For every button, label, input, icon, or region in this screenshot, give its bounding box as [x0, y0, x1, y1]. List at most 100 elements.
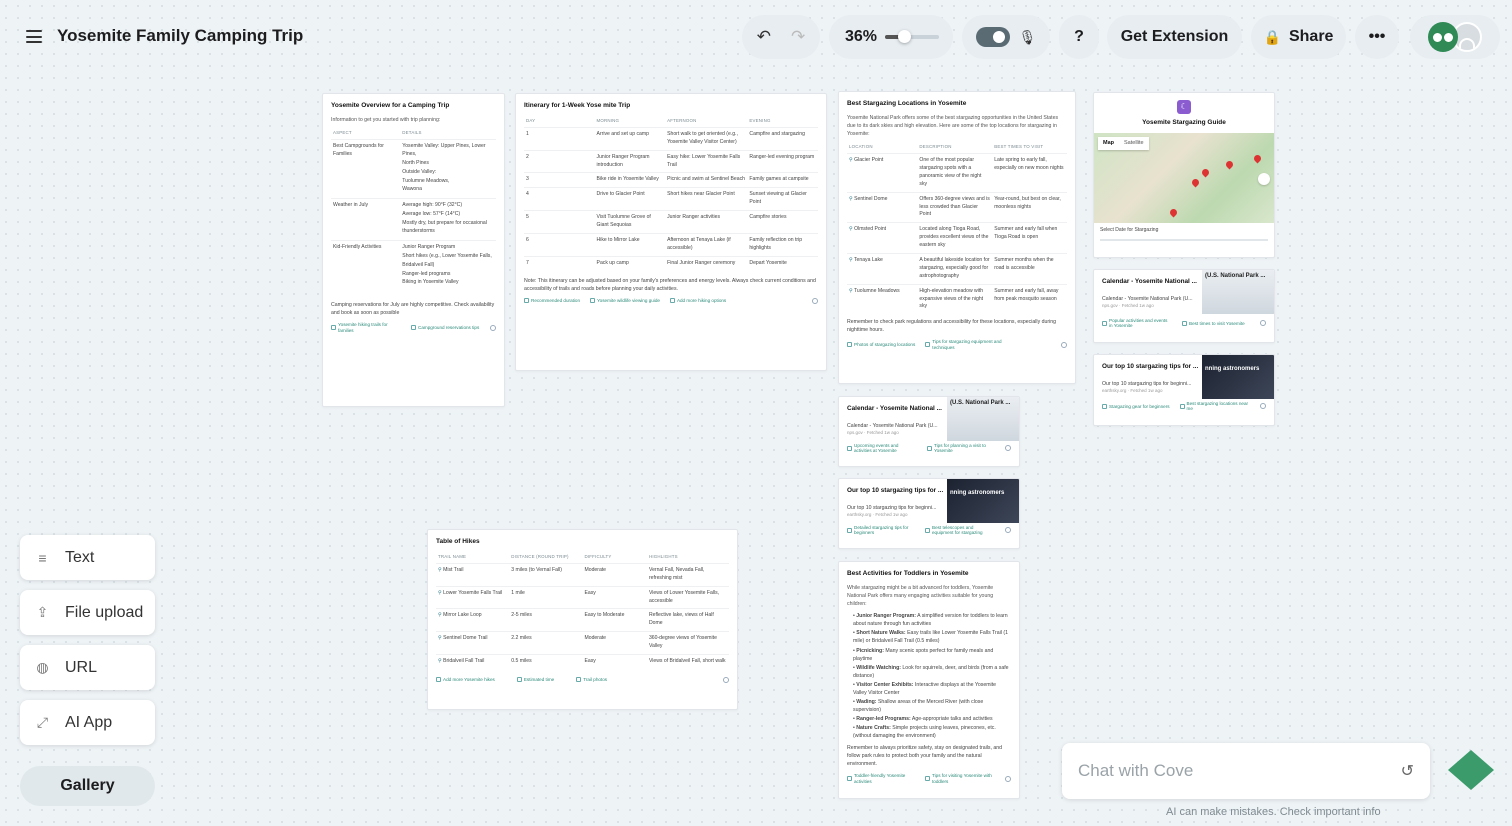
map-marker-icon[interactable] [1190, 177, 1201, 188]
zoom-slider[interactable] [885, 30, 940, 43]
detail-item: Junior Ranger Program [402, 243, 456, 250]
itinerary-table: DAY MORNING AFTERNOON EVENING 1 Arrive an… [524, 116, 818, 271]
table-row: ⚲ Sentinel Dome Offers 360-degree views a… [847, 191, 1067, 223]
link-line[interactable]: Calendar - Yosemite National Park (U... [847, 422, 951, 430]
date-select-label: Select Date for Stargazing [1100, 227, 1159, 234]
tips-link-card-2[interactable]: Our top 10 stargazing tips for ... nning… [838, 478, 1020, 549]
suggestion-chip[interactable]: Campground reservations tips [411, 325, 479, 331]
suggestion-chip[interactable]: Photos of stargazing locations [847, 342, 915, 348]
stargazing-card[interactable]: Best Stargazing Locations in Yosemite Yo… [838, 91, 1076, 384]
suggestion-chip[interactable]: Tips for stargazing equipment and techni… [925, 339, 1015, 350]
table-row: ⚲ Glacier Point One of the most popular s… [847, 153, 1067, 193]
card-title: Calendar - Yosemite National ... [847, 405, 942, 412]
suggestion-chip[interactable]: Add more Yosemite hikes [436, 677, 495, 683]
avatar-group[interactable] [1410, 15, 1500, 59]
suggestion-chip[interactable]: Tips for visiting Yosemite with toddlers [925, 773, 995, 784]
thumbnail: nning astronomers [1202, 355, 1274, 399]
more-options-button[interactable]: ••• [1355, 15, 1399, 59]
fullscreen-icon[interactable] [1258, 173, 1270, 186]
refresh-icon[interactable] [1005, 527, 1011, 534]
card-title: Yosemite Stargazing Guide [1142, 119, 1226, 126]
zoom-control: 36% [829, 15, 953, 59]
calendar-link-card-2[interactable]: Calendar - Yosemite National ... (U.S. N… [838, 396, 1020, 467]
refresh-icon[interactable] [1260, 403, 1266, 410]
refresh-icon[interactable] [490, 324, 496, 331]
itinerary-card[interactable]: Itinerary for 1-Week Yose mite Trip DAY … [515, 93, 827, 371]
page-title: Yosemite Family Camping Trip [57, 26, 304, 45]
suggestion-chip[interactable]: Tips for planning a visit to Yosemite [927, 443, 995, 454]
menu-icon[interactable] [26, 30, 42, 43]
map-marker-icon[interactable] [1200, 167, 1211, 178]
suggestion-chip[interactable]: Upcoming events and activities at Yosemi… [847, 443, 917, 454]
suggestion-chip[interactable]: Toddler-friendly Yosemite activities [847, 773, 915, 784]
table-row: ⚲ Sentinel Dome Trail 2.2 miles Moderate 36… [436, 631, 729, 655]
share-button[interactable]: 🔒 Share [1251, 15, 1346, 59]
card-intro: While stargazing might be a bit advanced… [847, 585, 994, 608]
redo-icon[interactable]: ↷ [791, 27, 805, 47]
suggestion-chip[interactable]: Stargazing gear for beginners [1102, 404, 1170, 410]
link-line[interactable]: Our top 10 stargazing tips for beginni..… [1102, 380, 1206, 388]
microphone-icon[interactable]: 🎙 [1019, 29, 1037, 46]
chat-input[interactable]: Chat with Cove ↺ [1062, 743, 1430, 799]
satellite-tab[interactable]: Satellite [1119, 137, 1149, 150]
link-line[interactable]: Calendar - Yosemite National Park (U... [1102, 295, 1206, 303]
refresh-icon[interactable] [723, 676, 729, 683]
hikes-card[interactable]: Table of Hikes TRAIL NAME DISTANCE (ROUND… [427, 529, 738, 710]
ai-disclaimer: AI can make mistakes. Check important in… [1166, 806, 1381, 818]
card-note: Remember to check park regulations and a… [847, 319, 1057, 334]
avatar[interactable] [1428, 22, 1458, 52]
suggestion-chip[interactable]: Estimated time [516, 677, 554, 683]
question-icon: ? [1074, 28, 1084, 45]
file-upload-button[interactable]: ⇪ File upload [20, 590, 155, 635]
map-marker-icon[interactable] [1252, 153, 1263, 164]
stargazing-guide-card[interactable]: ☾ Yosemite Stargazing Guide Map Satellit… [1093, 92, 1275, 258]
history-icon[interactable]: ↺ [1401, 761, 1414, 781]
mode-toggle[interactable] [975, 27, 1010, 47]
refresh-icon[interactable] [1005, 445, 1011, 452]
map-marker-icon[interactable] [1224, 159, 1235, 170]
url-button[interactable]: ◍ URL [20, 645, 155, 690]
table-row: ⚲ Lower Yosemite Falls Trail 1 mile Easy Vi… [436, 585, 729, 609]
suggestion-chip[interactable]: Trail photos [576, 677, 607, 683]
help-button[interactable]: ? [1059, 15, 1099, 59]
refresh-icon[interactable] [1260, 320, 1266, 327]
suggestion-chip[interactable]: Best telescopes and equipment for starga… [925, 525, 995, 536]
suggestion-chip[interactable]: Yosemite wildlife viewing guide [590, 298, 660, 304]
list-item: • Wading: Shallow areas of the Merced Ri… [853, 698, 984, 713]
gallery-button[interactable]: Gallery [20, 766, 155, 806]
suggestion-chip[interactable]: Add more hiking options [669, 298, 726, 304]
toddlers-card[interactable]: Best Activities for Toddlers in Yosemite… [838, 561, 1020, 799]
add-text-button[interactable]: ≡ Text [20, 535, 155, 580]
card-title: Yosemite Overview for a Camping Trip [331, 102, 450, 109]
suggestion-chip[interactable]: Recommended duration [524, 298, 580, 304]
refresh-icon[interactable] [1005, 775, 1011, 782]
suggestion-chip[interactable]: Best times to visit Yosemite [1182, 321, 1245, 327]
date-select[interactable] [1100, 238, 1268, 241]
calendar-link-card[interactable]: Calendar - Yosemite National ... (U.S. N… [1093, 269, 1275, 343]
overview-card[interactable]: Yosemite Overview for a Camping Trip Inf… [322, 93, 505, 407]
tips-link-card[interactable]: Our top 10 stargazing tips for ... nning… [1093, 354, 1275, 426]
zoom-slider-thumb[interactable] [898, 30, 912, 43]
table-row: Best Campgrounds for Families Yosemite V… [331, 138, 496, 199]
refresh-icon[interactable] [1061, 341, 1067, 348]
suggestion-chip[interactable]: Popular activities and events in Yosemit… [1102, 318, 1172, 329]
suggestion-chip[interactable]: Detailed stargazing tips for beginners [847, 525, 915, 536]
detail-item: Tuolumne Meadows, [402, 177, 450, 184]
cove-logo-icon[interactable] [1448, 750, 1494, 790]
ai-app-button[interactable]: ⤢ AI App [20, 700, 155, 745]
detail-item: Ranger-led programs [402, 270, 451, 277]
map[interactable]: Map Satellite [1094, 133, 1274, 224]
map-marker-icon[interactable] [1168, 207, 1179, 218]
map-tab[interactable]: Map [1098, 137, 1119, 150]
suggestion-chip[interactable]: Best stargazing locations near me [1179, 401, 1250, 412]
col-afternoon: AFTERNOON [667, 118, 697, 124]
detail-item: Mostly dry, but prepare for occasional t… [402, 220, 487, 234]
suggestion-chip[interactable]: Yosemite hiking trails for families [331, 322, 401, 333]
undo-icon[interactable]: ↶ [757, 27, 771, 47]
col-details: DETAILS [402, 130, 422, 136]
detail-item: North Pines [402, 159, 429, 166]
link-line[interactable]: Our top 10 stargazing tips for beginni..… [847, 504, 951, 512]
refresh-icon[interactable] [812, 297, 818, 304]
get-extension-button[interactable]: Get Extension [1107, 15, 1242, 59]
url-label: URL [65, 658, 98, 676]
